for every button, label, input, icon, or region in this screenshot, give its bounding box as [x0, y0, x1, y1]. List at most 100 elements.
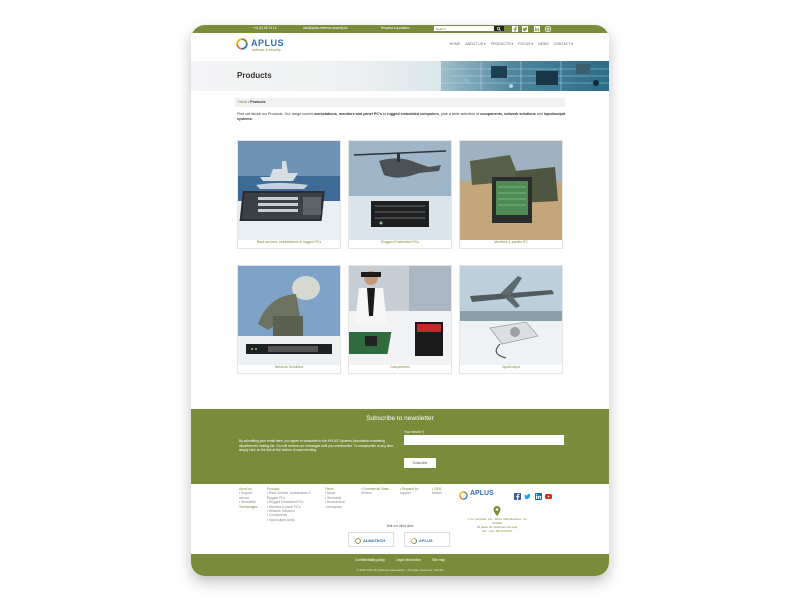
- aplus-logo-icon: [411, 538, 417, 544]
- footer-link[interactable]: • Aerospace: [325, 505, 345, 509]
- page-title: Products: [237, 71, 272, 80]
- topbar-email[interactable]: info@aplus-defence-security.ch: [303, 26, 347, 30]
- nav-label: FOCUS: [518, 42, 531, 46]
- footer-link[interactable]: • Input/output cards: [267, 518, 311, 522]
- aircraft-io-image: [460, 266, 562, 365]
- helicopter-embedded-image: [349, 141, 451, 240]
- circuit-board-image: [341, 61, 609, 91]
- product-card-monitors[interactable]: Monitors & panels PC: [459, 140, 563, 249]
- newsletter-title: Subscribe to newsletter: [366, 415, 434, 422]
- bottom-bar: Confidentiality policy Legal information…: [191, 554, 609, 576]
- product-card-components[interactable]: Components: [348, 265, 452, 374]
- product-label[interactable]: Rugged Embedded PCs: [349, 240, 451, 244]
- privacy-policy-link[interactable]: Confidentiality policy: [355, 558, 385, 562]
- main-nav: HOME ABOUT US ▾ PRODUCTS ▾ FOCUS ▾ NEWS …: [450, 42, 573, 46]
- product-card-input-output[interactable]: Input/output: [459, 265, 563, 374]
- product-label[interactable]: Monitors & panels PC: [460, 240, 562, 244]
- intro-bold: workstations, monitors and panel PC's: [314, 112, 382, 116]
- nav-label: PRODUCTS: [490, 42, 511, 46]
- breadcrumb: Home / Products: [235, 98, 565, 107]
- intro-part: Find out about our Products. Our range c…: [237, 112, 315, 116]
- newsletter-email-label: Your email (*): [404, 430, 424, 434]
- nav-item-about[interactable]: ABOUT US ▾: [465, 42, 486, 46]
- intro-bold: components, network solutions: [480, 112, 536, 116]
- sister-site-almatech[interactable]: ALMATECH: [348, 532, 394, 547]
- aplus-logo-icon: [236, 38, 248, 50]
- subscribe-button[interactable]: Subscribe: [404, 458, 436, 468]
- sister-site-name: APLUS: [419, 538, 433, 543]
- sister-site-name: ALMATECH: [363, 538, 386, 543]
- radar-network-image: [238, 266, 340, 365]
- logo-tagline: defence & security: [252, 48, 281, 52]
- aplus-logo-icon: [459, 491, 468, 500]
- linkedin-icon[interactable]: [534, 26, 540, 32]
- intro-part: , plus a wide selection of: [438, 112, 481, 116]
- location-pin-icon: [493, 506, 501, 516]
- footer-link[interactable]: Technologies: [239, 505, 258, 509]
- youtube-icon[interactable]: [545, 493, 552, 500]
- nav-item-news[interactable]: NEWS: [538, 42, 549, 46]
- footer-link[interactable]: Market: [432, 491, 442, 495]
- footer-link[interactable]: • Aeronautical: [325, 500, 345, 504]
- topbar-quotation-link[interactable]: Request a quotation: [381, 26, 410, 30]
- product-card-network[interactable]: Network Solutions: [237, 265, 341, 374]
- search-input[interactable]: [434, 26, 494, 31]
- footer-phone[interactable]: Tel : +41 / 86 00 00 00: [462, 529, 532, 533]
- search-button[interactable]: [494, 26, 504, 31]
- intro-text: Find out about our Products. Our range c…: [237, 112, 567, 123]
- product-label[interactable]: Components: [349, 365, 451, 369]
- sister-site-aplus[interactable]: APLUS: [404, 532, 450, 547]
- site-footer: About us • Support service • Newsletter …: [191, 484, 609, 554]
- footer-col-oem: • OEM Market: [432, 487, 442, 496]
- newsletter-email-input[interactable]: [404, 435, 564, 445]
- footer-link[interactable]: • Newsletter: [239, 500, 258, 504]
- vehicle-monitor-image: [460, 141, 562, 240]
- twitter-icon[interactable]: [524, 493, 531, 500]
- intro-bold: rugged embedded computers: [387, 112, 439, 116]
- product-label[interactable]: Network Solutions: [238, 365, 340, 369]
- topbar-phone[interactable]: +41 (0) 86 74 15: [253, 26, 276, 30]
- site-header: APLUS defence & security HOME ABOUT US ▾…: [191, 33, 609, 61]
- linkedin-icon[interactable]: [535, 493, 542, 500]
- footer-aplus-logo[interactable]: APLUS: [459, 490, 499, 502]
- breadcrumb-home[interactable]: Home: [238, 100, 247, 104]
- ship-server-image: [238, 141, 340, 240]
- footer-col-products: Products • Rack Servers, workstations & …: [267, 487, 311, 522]
- footer-col-about: About us • Support service • Newsletter …: [239, 487, 258, 509]
- breadcrumb-current: Products: [250, 100, 266, 104]
- nav-item-contact[interactable]: CONTACT ▾: [554, 42, 573, 46]
- product-card-rack-servers[interactable]: Rack servers, workstations & rugged PCs: [237, 140, 341, 249]
- nav-label: CONTACT: [553, 42, 571, 46]
- nav-item-products[interactable]: PRODUCTS ▾: [491, 42, 513, 46]
- twitter-icon[interactable]: [522, 26, 528, 32]
- product-card-rugged-embedded[interactable]: Rugged Embedded PCs: [348, 140, 452, 249]
- legal-info-link[interactable]: Legal information: [396, 558, 421, 562]
- intro-part: and: [535, 112, 544, 116]
- top-bar: +41 (0) 86 74 15 info@aplus-defence-secu…: [191, 25, 609, 33]
- footer-col-fields: Fields • Naval • Terrestrial • Aeronauti…: [325, 487, 345, 509]
- facebook-icon[interactable]: [512, 26, 518, 32]
- footer-link[interactable]: support: [400, 491, 418, 495]
- newsletter-description: By submitting your email here, you agree…: [239, 439, 395, 453]
- footer-logo-name: APLUS: [470, 490, 494, 497]
- facebook-icon[interactable]: [514, 493, 521, 500]
- almatech-logo-icon: [355, 538, 361, 544]
- product-label[interactable]: Input/output: [460, 365, 562, 369]
- visit-other-sites-label: Visit our other sites: [386, 524, 414, 528]
- search-icon: [497, 27, 501, 31]
- page-banner: Products: [191, 61, 609, 91]
- nav-item-home[interactable]: HOME: [450, 42, 461, 46]
- browser-frame: +41 (0) 86 74 15 info@aplus-defence-secu…: [191, 25, 609, 576]
- instagram-icon[interactable]: [545, 26, 551, 32]
- police-components-image: [349, 266, 451, 365]
- newsletter-section: Subscribe to newsletter By submitting yo…: [191, 409, 609, 484]
- legal-links: Confidentiality policy Legal information…: [191, 558, 609, 562]
- site-map-link[interactable]: Site map: [432, 558, 445, 562]
- aplus-logo[interactable]: APLUS defence & security: [236, 38, 306, 56]
- footer-col-support: • Request for support: [400, 487, 418, 496]
- product-label[interactable]: Rack servers, workstations & rugged PCs: [238, 240, 340, 244]
- footer-col-sales: • Commercial Sales Service: [361, 487, 389, 496]
- nav-item-focus[interactable]: FOCUS ▾: [518, 42, 533, 46]
- footer-link[interactable]: Service: [361, 491, 389, 495]
- copyright-text: © 2022 APLUS Systems Association - All r…: [356, 568, 444, 572]
